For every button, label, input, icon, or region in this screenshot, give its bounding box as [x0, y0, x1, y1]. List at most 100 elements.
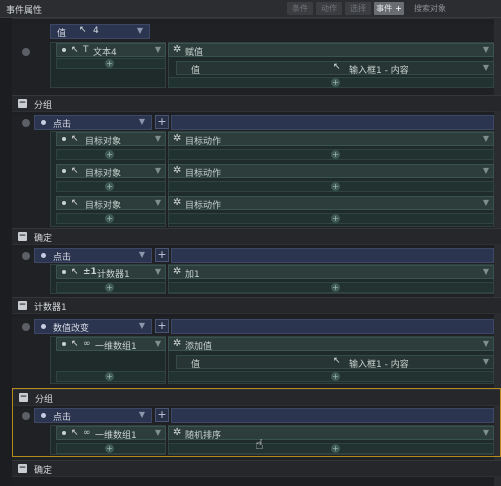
add-icon[interactable]: +	[105, 214, 114, 223]
cursor-icon: ↖	[71, 166, 79, 176]
add-action-row[interactable]: +	[168, 213, 494, 224]
condition-label: 一维数组1	[95, 342, 137, 352]
event-value: 4	[93, 26, 99, 36]
param-value: 输入框1 - 内容	[349, 66, 409, 76]
add-condition-row[interactable]: +	[56, 58, 166, 69]
group-header[interactable]: − 确定	[12, 460, 501, 476]
event-trigger[interactable]: 点击 ▼	[34, 115, 152, 130]
chevron-down-icon: ▼	[154, 198, 161, 207]
add-action-row[interactable]: +	[168, 149, 494, 160]
add-icon[interactable]: +	[105, 59, 114, 68]
group-header[interactable]: − 分组	[13, 389, 500, 405]
action-label: 随机排序	[185, 431, 222, 441]
group-title: 计数器1	[34, 303, 67, 313]
add-icon[interactable]: +	[331, 283, 340, 292]
add-event-plus[interactable]: +	[155, 248, 169, 262]
add-condition-row[interactable]: +	[56, 213, 166, 224]
add-icon[interactable]: +	[105, 182, 114, 191]
gear-icon: ✲	[173, 197, 182, 208]
add-action-row[interactable]: +	[168, 77, 494, 88]
condition-row[interactable]: ↖ ±1 计数器1 ▼	[56, 265, 166, 280]
chevron-down-icon: ▼	[154, 134, 161, 143]
add-action-row[interactable]: +	[168, 181, 494, 192]
array-icon: ∞	[83, 428, 91, 438]
collapse-minus-icon[interactable]: −	[18, 99, 27, 108]
add-event-button[interactable]: 事件 +	[374, 2, 404, 15]
condition-row[interactable]: ↖ 目标对象 ▼	[56, 164, 166, 179]
select-button[interactable]: 选择	[345, 2, 371, 15]
bullet-icon	[41, 120, 46, 125]
action-row[interactable]: ✲ 随机排序 ▼	[168, 426, 494, 441]
add-event-plus[interactable]: +	[155, 319, 169, 333]
cursor-icon: ↖	[71, 339, 79, 349]
condition-row[interactable]: ↖ ∞ 一维数组1 ▼	[56, 337, 166, 352]
action-row[interactable]: ✲ 赋值 ▼	[168, 43, 494, 58]
collapse-minus-icon[interactable]: −	[19, 393, 28, 402]
action-label: 赋值	[185, 48, 204, 58]
text-icon: T	[83, 45, 89, 55]
add-condition-row[interactable]: +	[56, 371, 166, 382]
add-condition-row[interactable]: +	[56, 149, 166, 160]
collapse-icon[interactable]	[22, 48, 30, 56]
gear-icon: ✲	[173, 338, 182, 349]
collapse-minus-icon[interactable]: −	[18, 232, 27, 241]
bullet-icon	[41, 324, 46, 329]
condition-row[interactable]: ↖ 目标对象 ▼	[56, 132, 166, 147]
group-header[interactable]: − 确定	[12, 228, 501, 244]
add-condition-row[interactable]: +	[56, 181, 166, 192]
group-header[interactable]: − 计数器1	[12, 297, 501, 313]
add-action-row[interactable]: +	[168, 443, 494, 454]
action-row[interactable]: ✲ 目标动作 ▼	[168, 196, 494, 211]
add-action-row[interactable]: +	[168, 282, 494, 293]
conditions-button[interactable]: 条件	[287, 2, 313, 15]
divider	[12, 313, 494, 317]
add-condition-row[interactable]: +	[56, 282, 166, 293]
bullet-icon	[62, 48, 66, 52]
condition-row[interactable]: ↖ T 文本4 ▼	[56, 43, 166, 58]
event-label: 点击	[53, 413, 72, 423]
add-icon[interactable]: +	[331, 444, 340, 453]
add-icon[interactable]: +	[105, 150, 114, 159]
collapse-icon[interactable]	[22, 252, 30, 260]
condition-row[interactable]: ↖ 目标对象 ▼	[56, 196, 166, 211]
condition-row[interactable]: ↖ ∞ 一维数组1 ▼	[56, 426, 166, 441]
event-bar-fill	[171, 408, 494, 423]
search-input[interactable]: 搜索对象	[410, 2, 490, 15]
actions-button[interactable]: 动作	[316, 2, 342, 15]
collapse-minus-icon[interactable]: −	[18, 464, 27, 473]
add-icon[interactable]: +	[331, 150, 340, 159]
collapse-icon[interactable]	[22, 119, 30, 127]
add-icon[interactable]: +	[105, 372, 114, 381]
counter-icon: ±1	[83, 267, 97, 277]
add-event-plus[interactable]: +	[155, 408, 169, 422]
action-row[interactable]: ✲ 加1 ▼	[168, 265, 494, 280]
add-condition-row[interactable]: +	[56, 443, 166, 454]
param-row[interactable]: 值 ↖ 输入框1 - 内容 ▼	[176, 61, 494, 76]
add-action-row[interactable]: +	[168, 371, 494, 382]
bullet-icon	[62, 169, 66, 173]
action-row[interactable]: ✲ 目标动作 ▼	[168, 132, 494, 147]
add-icon[interactable]: +	[105, 283, 114, 292]
bullet-icon	[62, 342, 66, 346]
chevron-down-icon: ▼	[482, 267, 489, 276]
action-row[interactable]: ✲ 目标动作 ▼	[168, 164, 494, 179]
chevron-down-icon: ▼	[136, 26, 143, 35]
collapse-icon[interactable]	[22, 323, 30, 331]
event-trigger[interactable]: 数值改变 ▼	[34, 319, 152, 334]
action-row[interactable]: ✲ 添加值 ▼	[168, 337, 494, 352]
add-icon[interactable]: +	[331, 182, 340, 191]
collapse-minus-icon[interactable]: −	[18, 301, 27, 310]
add-icon[interactable]: +	[331, 372, 340, 381]
add-icon[interactable]: +	[331, 214, 340, 223]
add-event-plus[interactable]: +	[155, 115, 169, 129]
group-header[interactable]: − 分组	[12, 95, 501, 111]
param-name: 值	[191, 66, 201, 76]
event-trigger[interactable]: 点击 ▼	[34, 408, 152, 423]
param-row[interactable]: 值 ↖ 输入框1 - 内容 ▼	[176, 355, 494, 370]
event-trigger[interactable]: 点击 ▼	[34, 248, 152, 263]
event-row-value[interactable]: 值 ↖ 4 ▼	[50, 24, 150, 39]
collapse-icon[interactable]	[22, 412, 30, 420]
add-icon[interactable]: +	[331, 78, 340, 87]
cursor-icon: ↖	[333, 356, 341, 366]
add-icon[interactable]: +	[105, 444, 114, 453]
